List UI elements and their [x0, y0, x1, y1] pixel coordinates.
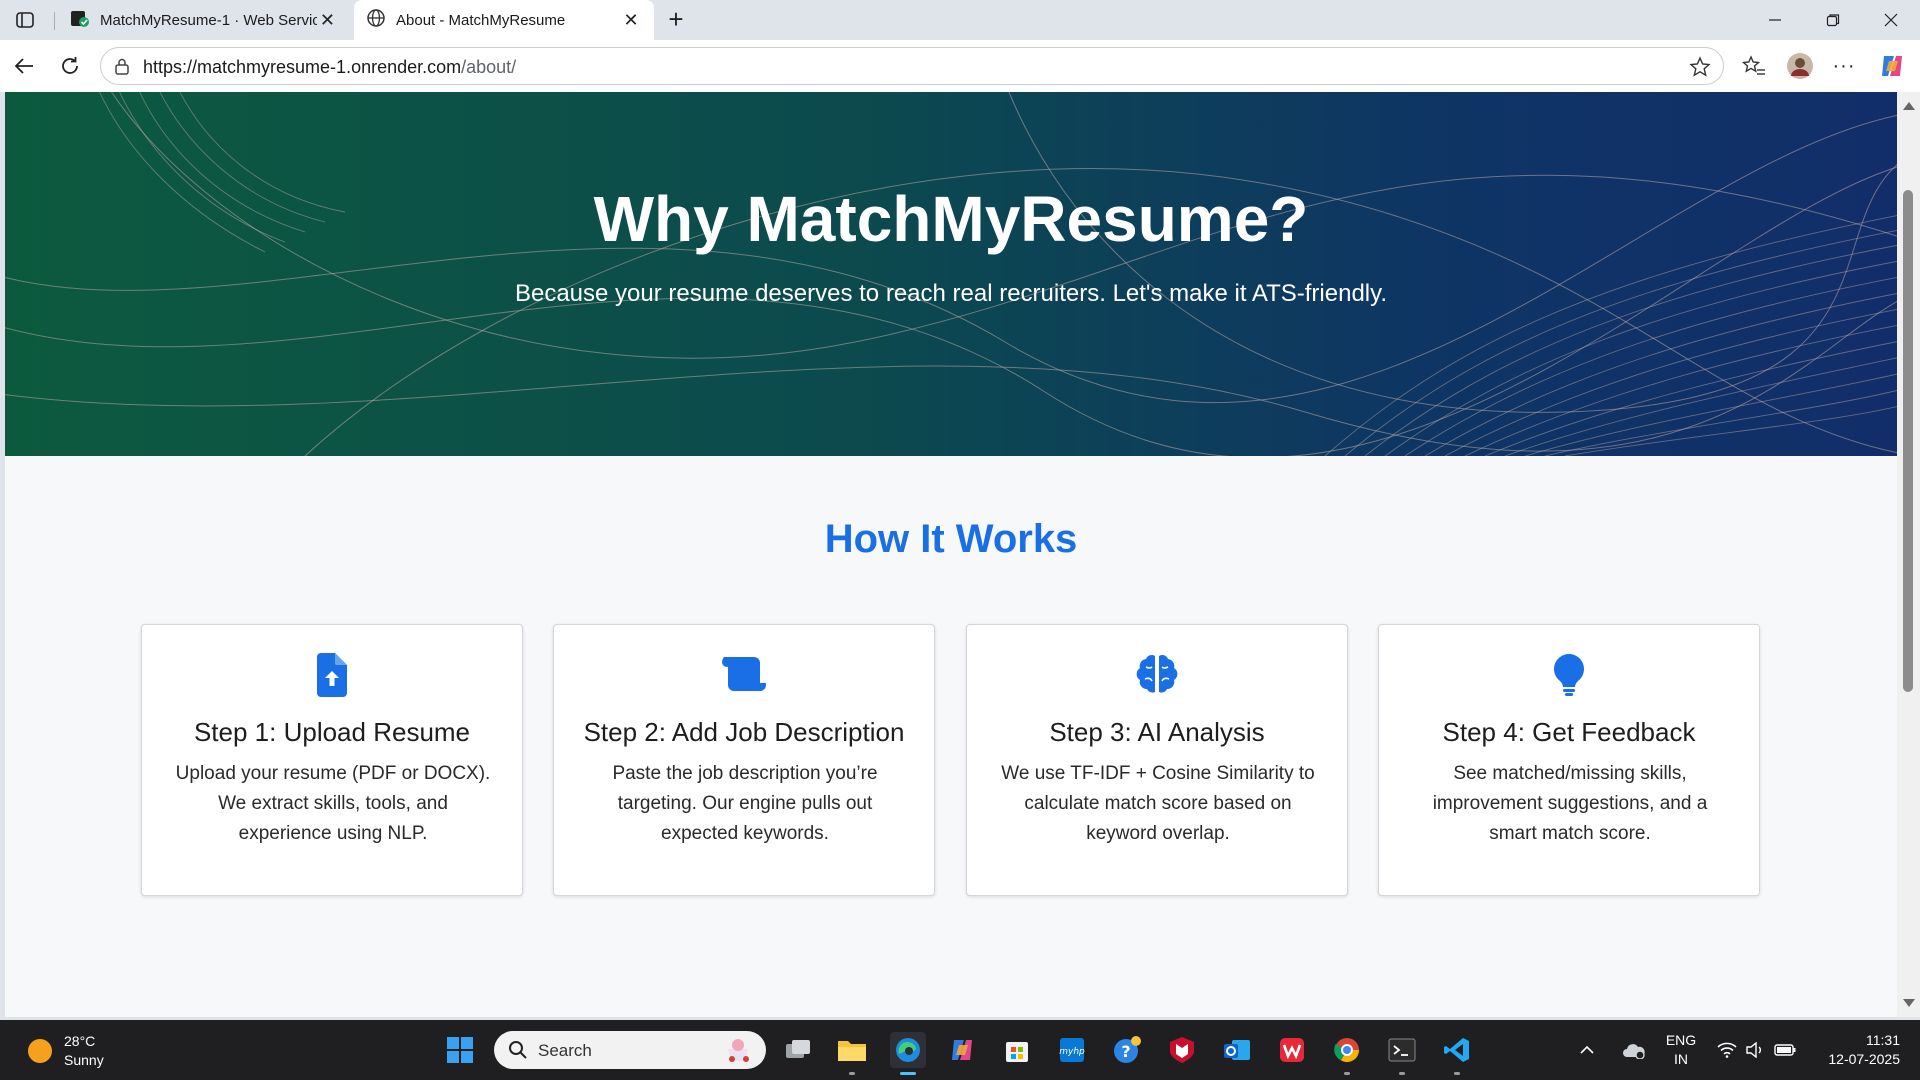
wave-lines-background	[5, 92, 1897, 456]
svg-text:myhp: myhp	[1059, 1047, 1085, 1057]
reload-icon[interactable]	[54, 50, 86, 82]
browser-toolbar: https://matchmyresume-1.onrender.com/abo…	[0, 40, 1920, 92]
url-text: https://matchmyresume-1.onrender.com/abo…	[143, 57, 516, 78]
scroll-up-arrow-icon[interactable]	[1903, 102, 1915, 110]
profile-avatar[interactable]	[1784, 50, 1816, 82]
wifi-icon[interactable]	[1717, 1020, 1737, 1080]
hero-title: Why MatchMyResume?	[593, 183, 1309, 255]
language-line2: IN	[1674, 1051, 1688, 1067]
windows-start-icon[interactable]	[442, 1032, 478, 1068]
step-card-upload: Step 1: Upload Resume Upload your resume…	[141, 624, 523, 896]
page-scrollbar[interactable]	[1897, 92, 1920, 1017]
step-title: Step 4: Get Feedback	[1442, 717, 1696, 747]
search-highlight-icon	[722, 1037, 754, 1068]
system-clock[interactable]: 11:31 12-07-2025	[1800, 1031, 1900, 1069]
task-view-icon[interactable]	[780, 1032, 816, 1068]
mcafee-icon[interactable]	[1164, 1032, 1200, 1068]
page-content: Why MatchMyResume? Because your resume d…	[5, 92, 1897, 1017]
lightbulb-icon	[1554, 654, 1584, 696]
hero-banner: Why MatchMyResume? Because your resume d…	[5, 92, 1897, 456]
step-card-ai-analysis: Step 3: AI Analysis We use TF-IDF + Cosi…	[966, 624, 1348, 896]
tab-label: MatchMyResume-1 · Web Service	[100, 11, 317, 29]
copilot-app-icon[interactable]	[944, 1032, 980, 1068]
svg-text:?: ?	[1121, 1042, 1130, 1061]
onedrive-icon[interactable]	[1622, 1020, 1646, 1080]
tab-separator	[54, 12, 55, 30]
close-tab-icon[interactable]: ✕	[317, 9, 338, 31]
battery-icon[interactable]	[1774, 1020, 1796, 1080]
file-explorer-icon[interactable]	[834, 1032, 870, 1075]
close-tab-icon[interactable]: ✕	[620, 9, 642, 31]
step-title: Step 2: Add Job Description	[583, 717, 905, 747]
copilot-icon[interactable]	[1876, 50, 1908, 82]
windows-taskbar: 28°C Sunny Search myhp ? ENG IN 11:31 12…	[0, 1020, 1920, 1080]
restore-icon[interactable]	[1804, 0, 1862, 40]
microsoft-store-icon[interactable]	[999, 1032, 1035, 1068]
language-line1: ENG	[1665, 1032, 1697, 1048]
how-it-works-title: How It Works	[824, 517, 1078, 561]
terminal-icon[interactable]	[1384, 1032, 1420, 1075]
search-icon	[508, 1040, 528, 1065]
clock-time: 11:31	[1866, 1032, 1900, 1048]
back-arrow-icon[interactable]	[8, 50, 40, 82]
search-placeholder: Search	[538, 1041, 592, 1060]
step-description: We use TF-IDF + Cosine Similarity to cal…	[1001, 763, 1315, 844]
file-upload-icon	[317, 653, 347, 697]
vscode-icon[interactable]	[1439, 1032, 1475, 1075]
get-help-icon[interactable]: ?	[1109, 1032, 1145, 1068]
weather-temperature: 28°C	[64, 1033, 96, 1049]
chrome-icon[interactable]	[1329, 1032, 1365, 1075]
clock-date: 12-07-2025	[1828, 1051, 1900, 1067]
hero-subtitle: Because your resume deserves to reach re…	[514, 280, 1388, 307]
step-title: Step 1: Upload Resume	[193, 717, 471, 747]
step-description: Upload your resume (PDF or DOCX). We ext…	[175, 763, 491, 844]
step-card-feedback: Step 4: Get Feedback See matched/missing…	[1378, 624, 1760, 896]
edge-browser-icon[interactable]	[890, 1032, 926, 1075]
outlook-icon[interactable]	[1219, 1032, 1255, 1068]
tab-actions-icon[interactable]	[10, 8, 40, 32]
step-description: See matched/missing skills, improvement …	[1432, 763, 1708, 844]
myhp-app-icon[interactable]: myhp	[1054, 1032, 1090, 1068]
taskbar-search-box[interactable]: Search	[494, 1031, 766, 1069]
url-path: /about/	[461, 57, 517, 77]
sun-icon	[28, 1039, 52, 1063]
wps-office-icon[interactable]	[1274, 1032, 1310, 1068]
browser-tab-strip: MatchMyResume-1 · Web Service ✕ About - …	[0, 0, 1920, 40]
site-info-icon[interactable]	[113, 57, 131, 75]
weather-widget[interactable]: 28°C Sunny	[28, 1032, 104, 1070]
more-options-icon[interactable]: ···	[1828, 50, 1860, 82]
close-window-icon[interactable]	[1862, 0, 1920, 40]
tab-label: About - MatchMyResume	[396, 11, 566, 29]
scrollbar-thumb[interactable]	[1903, 190, 1913, 692]
step-description: Paste the job description you’re targeti…	[612, 763, 878, 844]
globe-icon	[366, 8, 386, 32]
url-host: https://matchmyresume-1.onrender.com	[143, 57, 462, 77]
show-hidden-icons-chevron-icon[interactable]	[1580, 1020, 1594, 1080]
tab-web-service[interactable]: MatchMyResume-1 · Web Service ✕	[58, 0, 350, 40]
address-bar[interactable]: https://matchmyresume-1.onrender.com/abo…	[100, 47, 1724, 85]
language-indicator[interactable]: ENG IN	[1664, 1031, 1698, 1069]
weather-condition: Sunny	[64, 1052, 104, 1068]
volume-icon[interactable]	[1745, 1020, 1765, 1080]
render-favicon-icon	[70, 8, 90, 32]
favorites-icon[interactable]	[1738, 50, 1770, 82]
scroll-down-arrow-icon[interactable]	[1903, 999, 1915, 1007]
favorite-star-icon[interactable]	[1689, 56, 1711, 78]
step-title: Step 3: AI Analysis	[1049, 717, 1265, 747]
scroll-icon	[722, 657, 766, 691]
brain-icon	[1136, 654, 1178, 693]
minimize-icon[interactable]	[1746, 0, 1804, 40]
step-card-job-description: Step 2: Add Job Description Paste the jo…	[553, 624, 935, 896]
tab-about[interactable]: About - MatchMyResume ✕	[354, 0, 654, 40]
new-tab-icon[interactable]: +	[662, 6, 690, 34]
